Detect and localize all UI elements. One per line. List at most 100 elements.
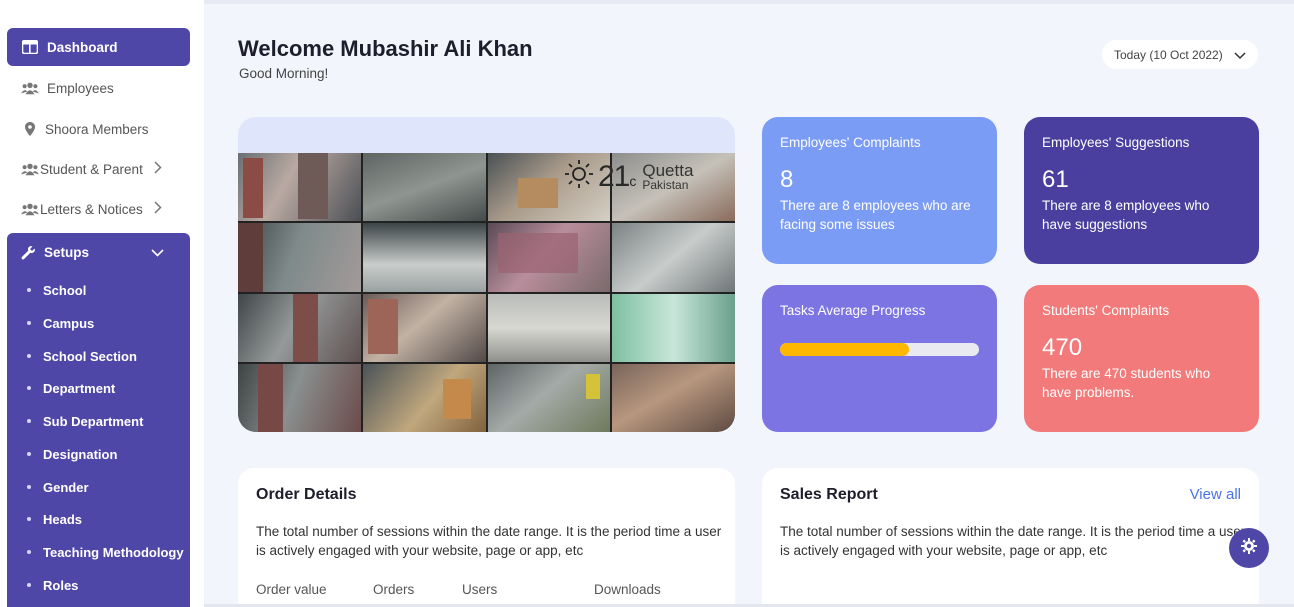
sidebar: Dashboard Employees Shoora Members Stude… xyxy=(0,0,204,607)
bullet-icon xyxy=(27,354,31,358)
panel-title: Order Details xyxy=(256,486,357,503)
setups-item-label: School Section xyxy=(43,348,137,364)
people-icon xyxy=(21,161,39,177)
setups-item-label: Roles xyxy=(43,577,79,593)
cctv-weather-card: 21 c Quetta Pakistan xyxy=(238,117,735,432)
card-value: 470 xyxy=(1042,334,1083,361)
view-all-link[interactable]: View all xyxy=(1190,486,1241,503)
weather-city: Quetta xyxy=(642,161,694,180)
wrench-icon xyxy=(21,245,36,260)
greeting-text: Good Morning! xyxy=(239,66,329,81)
setups-item-roles[interactable]: Roles xyxy=(27,575,78,595)
sidebar-item-dashboard[interactable]: Dashboard xyxy=(7,28,190,66)
setups-item-label: Department xyxy=(43,380,116,396)
setups-item-campus[interactable]: Campus xyxy=(27,313,94,333)
column-header-orders: Orders xyxy=(373,582,415,597)
setups-item-department[interactable]: Department xyxy=(27,378,115,398)
setups-item-designation[interactable]: Designation xyxy=(27,444,117,464)
camera-feed xyxy=(487,223,611,292)
card-title: Students' Complaints xyxy=(1042,303,1170,318)
weather-location: Quetta Pakistan xyxy=(642,162,693,191)
camera-feed xyxy=(612,363,735,432)
student-complaints-card[interactable]: Students' Complaints 470 There are 470 s… xyxy=(1024,285,1259,432)
bullet-icon xyxy=(27,419,31,423)
camera-feed xyxy=(362,153,486,222)
sidebar-item-label: Employees xyxy=(47,80,114,96)
card-title: Employees' Complaints xyxy=(780,135,921,150)
card-value: 61 xyxy=(1042,166,1069,193)
progress-bar xyxy=(780,343,979,356)
bullet-icon xyxy=(27,452,31,456)
camera-feed xyxy=(238,293,361,362)
camera-feed xyxy=(362,223,486,292)
column-header-users: Users xyxy=(462,582,498,597)
employee-complaints-card[interactable]: Employees' Complaints 8 There are 8 empl… xyxy=(762,117,997,264)
tasks-progress-card[interactable]: Tasks Average Progress xyxy=(762,285,997,432)
card-title: Tasks Average Progress xyxy=(780,303,926,318)
card-title: Employees' Suggestions xyxy=(1042,135,1190,150)
camera-feed xyxy=(238,153,361,222)
sidebar-item-shoora-members[interactable]: Shoora Members xyxy=(7,110,190,148)
camera-feed xyxy=(612,293,735,362)
bullet-icon xyxy=(27,485,31,489)
setups-item-label: Gender xyxy=(43,479,89,495)
setups-item-label: Teaching Methodology xyxy=(43,544,184,560)
setups-item-sub-department[interactable]: Sub Department xyxy=(27,411,143,431)
sidebar-item-label: Letters & Notices xyxy=(40,201,143,217)
camera-feed xyxy=(612,223,735,292)
sidebar-item-label: Student & Parent xyxy=(40,161,143,177)
sidebar-item-letters-notices[interactable]: Letters & Notices xyxy=(7,190,190,228)
panel-description: The total number of sessions within the … xyxy=(256,524,722,558)
column-header-downloads: Downloads xyxy=(594,582,661,597)
bullet-icon xyxy=(27,386,31,390)
order-details-panel: Order Details The total number of sessio… xyxy=(238,468,735,607)
setups-item-teaching-methodology[interactable]: Teaching Methodology xyxy=(27,542,184,562)
location-pin-icon xyxy=(21,121,39,137)
camera-feed xyxy=(487,363,611,432)
setups-item-label: School xyxy=(43,282,87,298)
settings-button[interactable] xyxy=(1229,528,1269,568)
temperature-unit: c xyxy=(629,172,637,189)
card-value: 8 xyxy=(780,166,794,193)
camera-feed xyxy=(362,363,486,432)
camera-feed xyxy=(238,223,361,292)
sidebar-item-label: Dashboard xyxy=(47,39,118,55)
sidebar-item-label: Shoora Members xyxy=(45,121,149,137)
panel-description: The total number of sessions within the … xyxy=(780,524,1246,558)
chevron-down-icon xyxy=(1234,49,1246,63)
weather-country: Pakistan xyxy=(642,178,689,192)
setups-item-gender[interactable]: Gender xyxy=(27,477,89,497)
sidebar-item-employees[interactable]: Employees xyxy=(7,69,190,107)
chevron-right-icon xyxy=(154,201,162,217)
chevron-right-icon xyxy=(154,161,162,177)
date-filter-dropdown[interactable]: Today (10 Oct 2022) xyxy=(1102,40,1258,69)
temperature-value: 21 xyxy=(598,159,630,193)
setups-item-heads[interactable]: Heads xyxy=(27,509,82,529)
panel-title: Sales Report xyxy=(780,486,878,503)
camera-feed xyxy=(362,293,486,362)
setups-item-school-section[interactable]: School Section xyxy=(27,346,137,366)
bullet-icon xyxy=(27,583,31,587)
setups-item-school[interactable]: School xyxy=(27,280,86,300)
bullet-icon xyxy=(27,288,31,292)
setups-item-label: Heads xyxy=(43,511,83,527)
card-description: There are 470 students who have problems… xyxy=(1042,366,1211,400)
setups-item-label: Designation xyxy=(43,446,118,462)
bullet-icon xyxy=(27,517,31,521)
sidebar-item-setups[interactable]: Setups xyxy=(7,233,190,271)
sales-report-panel: Sales Report View all The total number o… xyxy=(762,468,1259,607)
progress-bar-fill xyxy=(780,343,910,356)
employee-suggestions-card[interactable]: Employees' Suggestions 61 There are 8 em… xyxy=(1024,117,1259,264)
gear-icon xyxy=(1241,537,1257,559)
weather-widget: 21 c Quetta Pakistan xyxy=(564,159,693,194)
date-filter-label: Today (10 Oct 2022) xyxy=(1114,47,1223,62)
setups-label: Setups xyxy=(44,244,90,260)
card-description: There are 8 employees who are facing som… xyxy=(780,198,971,232)
setups-menu: Setups School Campus School Section Depa… xyxy=(7,233,190,607)
chevron-down-icon xyxy=(151,245,164,260)
camera-feed xyxy=(238,363,361,432)
sidebar-item-student-parent[interactable]: Student & Parent xyxy=(7,150,190,188)
setups-item-label: Campus xyxy=(43,315,95,331)
cctv-camera-grid xyxy=(238,153,735,432)
bullet-icon xyxy=(27,550,31,554)
